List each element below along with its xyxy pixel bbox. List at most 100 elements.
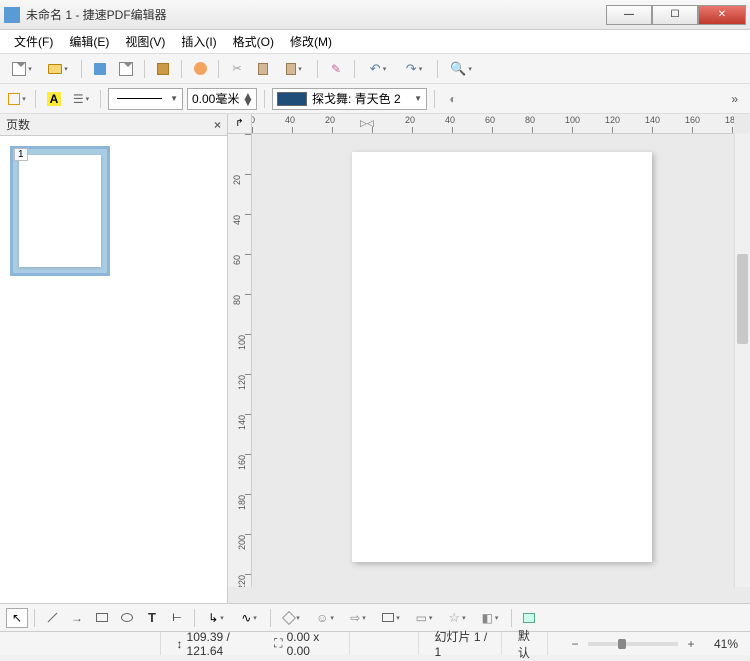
menu-modify[interactable]: 修改(M)	[282, 31, 340, 52]
ruler-tick: 220	[245, 574, 251, 587]
spinner-arrows[interactable]: ▲▼	[242, 93, 254, 105]
pages-panel-title: 页数	[6, 116, 214, 133]
status-default[interactable]: 默认	[512, 632, 548, 655]
cube-icon: ◧	[482, 611, 493, 625]
zoom-level[interactable]: 41%	[708, 632, 744, 655]
pointer-tool[interactable]: ↖	[6, 608, 28, 628]
menu-file[interactable]: 文件(F)	[6, 31, 61, 52]
canvas-viewport[interactable]	[252, 134, 734, 587]
ruler-tick: 140	[652, 127, 692, 133]
toolbar-overflow[interactable]: »	[731, 92, 744, 106]
window-title: 未命名 1 - 捷速PDF编辑器	[26, 6, 606, 23]
flowchart-tool[interactable]	[376, 608, 406, 628]
ellipse-tool[interactable]	[116, 608, 138, 628]
vertical-ruler[interactable]: 20406080100120140160180200220240260280	[228, 134, 252, 587]
rectangle-tool[interactable]	[91, 608, 113, 628]
line-tool[interactable]	[41, 608, 63, 628]
text-tool[interactable]: T	[141, 608, 163, 628]
zoom-button[interactable]: 🔍	[445, 58, 477, 80]
ruler-corner[interactable]: ↱	[228, 114, 252, 134]
export-icon	[119, 62, 133, 76]
magnifier-icon: 🔍	[450, 61, 466, 77]
paintbrush-icon: ✎	[331, 62, 341, 76]
save-button[interactable]	[89, 58, 111, 80]
line-style-combo[interactable]: ▼	[108, 88, 183, 110]
3d-objects-tool[interactable]: ◧	[475, 608, 505, 628]
new-document-button[interactable]	[6, 58, 38, 80]
default-label: 默认	[518, 627, 541, 661]
pages-panel-close[interactable]: ×	[214, 118, 221, 132]
paste-icon	[286, 63, 296, 75]
effects-button[interactable]: ◐	[442, 88, 464, 110]
ruler-tick: 160	[692, 127, 732, 133]
connector-icon: ∿	[241, 611, 251, 625]
zoom-value: 41%	[714, 637, 738, 651]
callout-tool[interactable]: ▭	[409, 608, 439, 628]
menu-insert[interactable]: 插入(I)	[173, 31, 224, 52]
paste-button[interactable]	[278, 58, 310, 80]
export-button[interactable]	[115, 58, 137, 80]
curve-tool[interactable]: ↳	[201, 608, 231, 628]
export-pdf-button[interactable]	[152, 58, 174, 80]
separator	[264, 90, 265, 108]
special-button[interactable]	[189, 58, 211, 80]
status-slide[interactable]: 幻灯片 1 / 1	[429, 632, 502, 655]
page-canvas[interactable]	[352, 152, 652, 562]
redo-icon: ↷	[406, 61, 417, 77]
color-swatch	[277, 92, 307, 106]
clone-format-button[interactable]: ✎	[325, 58, 347, 80]
fill-color-combo[interactable]: 探戈舞: 青天色 2 ▼	[272, 88, 427, 110]
separator	[218, 60, 219, 78]
page-thumbnail[interactable]: 1	[10, 146, 217, 276]
zoom-handle[interactable]	[618, 639, 626, 649]
stars-tool[interactable]: ☆	[442, 608, 472, 628]
rectangle-icon	[96, 613, 108, 622]
pointer-icon: ↖	[12, 611, 22, 625]
ruler-tick: 60	[245, 254, 251, 294]
separator	[354, 60, 355, 78]
ruler-tick: 100	[572, 127, 612, 133]
zoom-in-button[interactable]: +	[684, 637, 698, 651]
outline-button[interactable]: ☰	[69, 88, 93, 110]
redo-button[interactable]: ↷	[398, 58, 430, 80]
scrollbar-thumb[interactable]	[737, 254, 748, 344]
block-arrows-tool[interactable]: ⇨	[343, 608, 373, 628]
ruler-tick: 60	[492, 127, 532, 133]
line-width-field[interactable]: ▲▼	[187, 88, 257, 110]
zoom-track[interactable]	[588, 642, 678, 646]
zoom-slider[interactable]: − +	[568, 637, 698, 651]
horizontal-ruler[interactable]: 60402020406080100120140160180200220240 ▷…	[252, 114, 734, 134]
separator	[35, 90, 36, 108]
ruler-marker-icon: ▷◁	[360, 118, 374, 129]
maximize-button[interactable]: ☐	[652, 5, 698, 25]
close-button[interactable]: ✕	[698, 5, 746, 25]
undo-icon: ↶	[370, 61, 381, 77]
arrow-tool[interactable]: →	[66, 608, 88, 628]
highlight-button[interactable]: A	[43, 88, 65, 110]
menu-view[interactable]: 视图(V)	[117, 31, 173, 52]
image-tool[interactable]	[518, 608, 540, 628]
menu-format[interactable]: 格式(O)	[225, 31, 282, 52]
separator	[181, 60, 182, 78]
pages-panel-header: 页数 ×	[0, 114, 227, 136]
vertical-text-tool[interactable]: ⊢	[166, 608, 188, 628]
layout-button[interactable]	[6, 88, 28, 110]
ruler-tick: 200	[245, 534, 251, 574]
undo-button[interactable]: ↶	[362, 58, 394, 80]
page-thumbnail-preview	[19, 155, 101, 267]
basic-shapes-tool[interactable]	[277, 608, 307, 628]
symbol-shapes-tool[interactable]: ☺	[310, 608, 340, 628]
copy-icon	[258, 63, 268, 75]
menu-edit[interactable]: 编辑(E)	[61, 31, 117, 52]
connector-tool[interactable]: ∿	[234, 608, 264, 628]
minimize-button[interactable]: —	[606, 5, 652, 25]
open-button[interactable]	[42, 58, 74, 80]
line-width-input[interactable]	[192, 92, 242, 106]
vertical-scrollbar[interactable]	[734, 134, 750, 587]
effects-icon: ◐	[449, 92, 456, 106]
zoom-out-button[interactable]: −	[568, 637, 582, 651]
separator	[317, 60, 318, 78]
cut-button[interactable]: ✂	[226, 58, 248, 80]
copy-button[interactable]	[252, 58, 274, 80]
ruler-tick: 40	[292, 127, 332, 133]
